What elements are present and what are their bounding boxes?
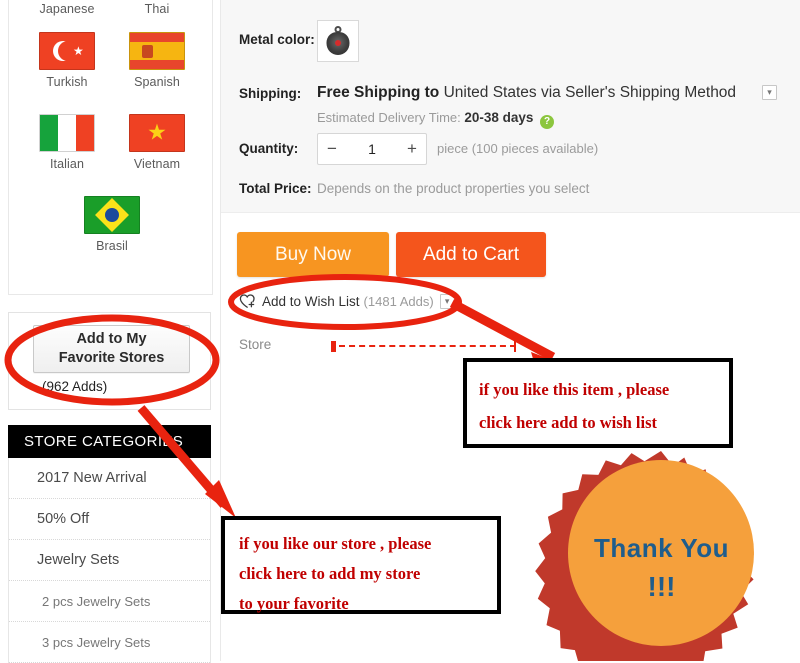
quantity-input[interactable]: 1 [346,141,398,157]
vietnam-flag-icon: ★ [129,114,185,152]
category-item-3-pcs-jewelry-sets[interactable]: 3 pcs Jewelry Sets [9,622,210,663]
wish-list-count: (1481 Adds) [363,293,434,309]
store-note-line1: if you like our store , please [239,534,432,553]
metal-color-label: Metal color: [239,32,315,47]
shipping-free-text: Free Shipping to [317,84,440,101]
brasil-flag-icon [84,196,140,234]
language-label: Turkish [46,75,88,89]
metal-color-swatch[interactable] [317,20,359,62]
shipping-value: Free Shipping to United States via Selle… [317,84,736,102]
favorite-adds-count: (962 Adds) [42,379,108,394]
language-item-turkish[interactable]: ★ Turkish [23,32,111,89]
product-properties-panel: Metal color: Shipping: Free Shipping to … [221,0,800,213]
language-item-japanese[interactable]: Japanese [23,2,111,16]
language-item-brasil[interactable]: Brasil [68,196,156,253]
language-label: Thai [144,2,170,16]
help-icon[interactable]: ? [540,115,555,129]
quantity-label: Quantity: [239,141,299,156]
estimated-delivery-row: Estimated Delivery Time: 20-38 days ? [317,110,555,129]
language-label: Brasil [96,239,128,253]
turkish-flag-icon: ★ [39,32,95,70]
language-label: Vietnam [133,157,181,171]
wish-list-instruction-note: if you like this item , please click her… [463,358,733,448]
thank-you-badge-text: Thank You !!! [559,455,764,655]
favorite-store-card: Add to My Favorite Stores (962 Adds) [8,312,211,410]
category-item-2017-new-arrival[interactable]: 2017 New Arrival [9,458,210,499]
thank-you-exclamation: !!! [647,571,676,602]
left-sidebar: Japanese Thai ★ Turkish Spanish Italian … [0,0,220,663]
category-item-2-pcs-jewelry-sets[interactable]: 2 pcs Jewelry Sets [9,581,210,622]
shipping-label: Shipping: [239,86,302,101]
category-item-jewelry-sets[interactable]: Jewelry Sets [9,540,210,581]
language-label: Spanish [134,75,180,89]
italian-flag-icon [39,114,95,152]
estimated-delivery-label: Estimated Delivery Time: [317,110,461,125]
shipping-chevron-down-icon[interactable]: ▾ [762,85,777,100]
estimated-delivery-value: 20-38 days [464,110,534,125]
favorite-button-line2: Favorite Stores [58,350,165,366]
favorite-button-line1: Add to My [76,331,147,347]
store-instruction-note: if you like our store , please click her… [221,516,501,614]
buy-now-button[interactable]: Buy Now [237,232,389,277]
store-categories-header: STORE CATEGORIES [8,425,211,458]
total-price-label: Total Price: [239,181,312,196]
language-label: Japanese [39,2,95,16]
store-note-line3: to your favorite [239,594,349,613]
total-price-value: Depends on the product properties you se… [317,181,590,196]
add-to-cart-button[interactable]: Add to Cart [396,232,546,277]
quantity-availability-note: piece (100 pieces available) [437,141,599,156]
language-item-spanish[interactable]: Spanish [113,32,201,89]
language-item-italian[interactable]: Italian [23,114,111,171]
language-item-thai[interactable]: Thai [113,2,201,16]
store-categories-title: STORE CATEGORIES [24,433,184,450]
page-root: Japanese Thai ★ Turkish Spanish Italian … [0,0,800,663]
thank-you-text: Thank You [594,533,729,563]
store-label: Store [239,337,272,352]
quantity-increase-button[interactable]: + [398,139,426,159]
wish-note-line2: click here add to wish list [479,413,657,432]
add-to-favorite-stores-button[interactable]: Add to My Favorite Stores [33,325,190,373]
shipping-destination-text: United States via Seller's Shipping Meth… [443,84,737,101]
store-categories-list: 2017 New Arrival 50% Off Jewelry Sets 2 … [8,458,211,663]
wish-note-line1: if you like this item , please [479,380,670,399]
pendant-thumbnail-icon [325,26,351,56]
language-item-vietnam[interactable]: ★ Vietnam [113,114,201,171]
heart-plus-icon [239,294,255,308]
quantity-stepper[interactable]: − 1 + [317,133,427,165]
wish-list-label: Add to Wish List [262,293,360,309]
language-selector-panel: Japanese Thai ★ Turkish Spanish Italian … [8,0,213,295]
spanish-flag-icon [129,32,185,70]
quantity-decrease-button[interactable]: − [318,139,346,159]
category-item-50-off[interactable]: 50% Off [9,499,210,540]
language-label: Italian [49,157,85,171]
wish-list-chevron-down-icon[interactable]: ▾ [439,293,455,309]
store-note-line2: click here to add my store [239,564,421,583]
add-to-wish-list-button[interactable]: Add to Wish List (1481 Adds) ▾ [239,293,455,309]
store-loading-placeholder [331,341,516,352]
